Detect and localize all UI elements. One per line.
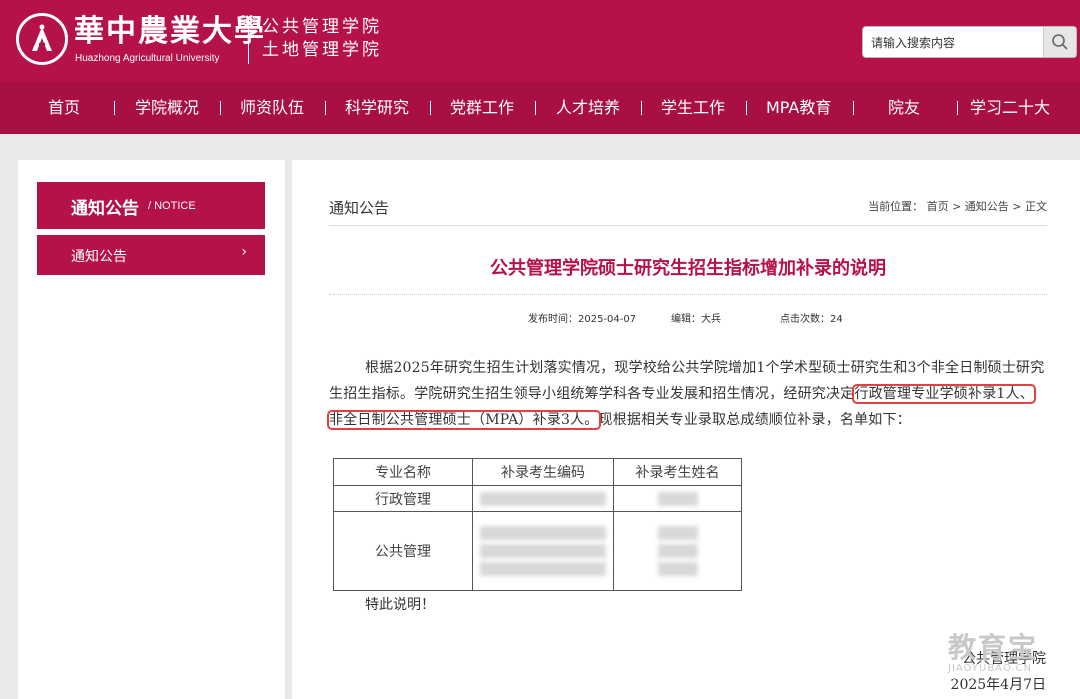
search-icon (1052, 34, 1068, 50)
redacted-block (480, 526, 606, 540)
nav-item-party[interactable]: 党群工作 (450, 82, 514, 134)
redacted-block (657, 491, 698, 506)
enrollment-table: 专业名称 补录考生编码 补录考生姓名 行政管理 公共管理 (333, 458, 742, 591)
nav-item-about[interactable]: 学院概况 (135, 82, 199, 134)
search-input[interactable] (869, 31, 1043, 55)
nav-separator (746, 101, 747, 115)
redacted-block (657, 544, 698, 558)
nav-item-mpa[interactable]: MPA教育 (766, 82, 831, 134)
sidebar-title: 通知公告 / NOTICE (37, 182, 265, 229)
redacted-block (480, 562, 606, 576)
body-text-part2: 现根据相关专业录取总成绩顺位补录，名单如下： (598, 412, 911, 428)
section-title: 通知公告 (329, 199, 390, 217)
table-cell-name-redacted (613, 511, 742, 591)
nav-separator (114, 101, 115, 115)
nav-item-home[interactable]: 首页 (48, 82, 80, 134)
sidebar-title-en: / NOTICE (148, 200, 196, 212)
college-name-line2: 土地管理学院 (262, 40, 382, 60)
sidebar-item-notice[interactable]: 通知公告 › (37, 235, 265, 275)
site-header: 華中農業大學 Huazhong Agricultural University … (0, 0, 1080, 82)
university-emblem-icon[interactable] (16, 13, 68, 65)
breadcrumb[interactable]: 当前位置： 首页 > 通知公告 > 正文 (868, 198, 1047, 214)
signature-date: 2025年4月7日 (950, 677, 1046, 693)
watermark-url: JIAOYUBAO.CN (948, 663, 1032, 674)
nav-item-student[interactable]: 学生工作 (661, 82, 725, 134)
watermark-text: 教育宝 (948, 631, 1039, 664)
divider (329, 225, 1047, 226)
nav-separator (641, 101, 642, 115)
article-body: 根据2025年研究生招生计划落实情况，现学校给公共学院增加1个学术型硕士研究生和… (327, 355, 1047, 433)
college-name-line1: 公共管理学院 (262, 17, 382, 37)
nav-separator (430, 101, 431, 115)
nav-separator (957, 101, 958, 115)
college-name[interactable]: 公共管理学院 土地管理学院 (262, 16, 382, 62)
nav-separator (535, 101, 536, 115)
redacted-block (480, 544, 606, 558)
nav-item-twentieth-congress[interactable]: 学习二十大 (970, 82, 1050, 134)
nav-separator (325, 101, 326, 115)
table-cell-code-redacted (472, 511, 614, 591)
nav-item-education[interactable]: 人才培养 (556, 82, 620, 134)
nav-separator (853, 101, 854, 115)
sidebar-title-cn: 通知公告 (71, 199, 139, 219)
publish-time: 发布时间：2025-04-07 (528, 314, 637, 325)
divider (329, 294, 1047, 295)
table-cell-major: 公共管理 (333, 511, 473, 591)
search-box (862, 26, 1077, 58)
university-name-en[interactable]: Huazhong Agricultural University (75, 53, 220, 64)
table-header-major: 专业名称 (333, 458, 473, 486)
chevron-right-icon: › (241, 244, 247, 260)
article-title: 公共管理学院硕士研究生招生指标增加补录的说明 (490, 258, 886, 279)
table-header-name: 补录考生姓名 (613, 458, 742, 486)
nav-item-faculty[interactable]: 师资队伍 (240, 82, 304, 134)
table-header-code: 补录考生编码 (472, 458, 614, 486)
main-nav: 首页 学院概况 师资队伍 科学研究 党群工作 人才培养 学生工作 MPA教育 院… (0, 82, 1080, 134)
redacted-block (480, 491, 606, 506)
table-cell-code-redacted (472, 485, 614, 512)
editor-name: 编辑：大兵 (671, 314, 721, 325)
redacted-block (657, 562, 698, 576)
closing-text: 特此说明！ (365, 597, 435, 613)
nav-separator (220, 101, 221, 115)
redacted-block (657, 526, 698, 540)
nav-item-research[interactable]: 科学研究 (345, 82, 409, 134)
click-count: 点击次数：24 (780, 314, 843, 325)
sidebar-item-label: 通知公告 (71, 249, 127, 265)
logo-divider (248, 18, 249, 64)
table-cell-name-redacted (613, 485, 742, 512)
university-name-cn[interactable]: 華中農業大學 (74, 14, 266, 50)
table-cell-major: 行政管理 (333, 485, 473, 512)
search-button[interactable] (1043, 27, 1076, 57)
nav-item-alumni[interactable]: 院友 (888, 82, 920, 134)
